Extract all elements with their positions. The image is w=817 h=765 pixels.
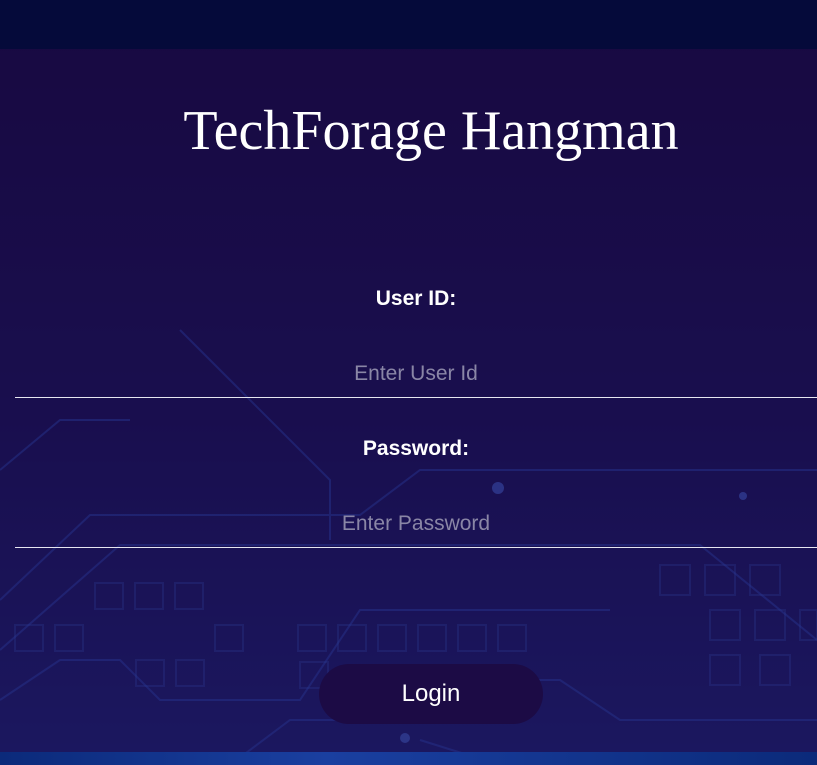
user-id-label: User ID:	[375, 287, 457, 310]
login-form: User ID: Password:	[15, 270, 817, 548]
page-title: TechForage Hangman	[183, 100, 679, 162]
user-id-input[interactable]	[15, 350, 817, 398]
top-band	[0, 0, 817, 49]
password-label: Password:	[362, 437, 470, 460]
login-button[interactable]: Login	[319, 664, 543, 724]
password-input[interactable]	[15, 500, 817, 548]
bottom-band	[0, 752, 817, 765]
